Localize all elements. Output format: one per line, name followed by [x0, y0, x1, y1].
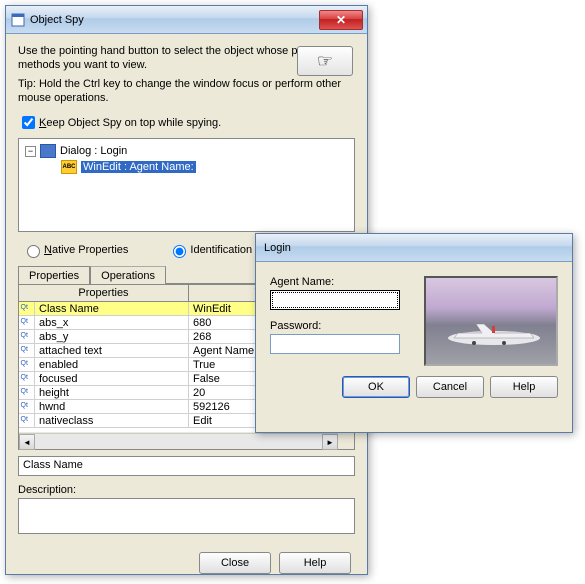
prop-name: focused — [35, 372, 189, 385]
ok-button[interactable]: OK — [342, 376, 410, 398]
login-help-button[interactable]: Help — [490, 376, 558, 398]
keep-on-top-checkbox[interactable] — [22, 116, 35, 129]
login-title: Login — [260, 242, 568, 254]
close-icon[interactable]: ✕ — [319, 10, 363, 30]
scroll-right-icon[interactable]: ► — [322, 434, 338, 450]
prop-name: nativeclass — [35, 414, 189, 427]
close-button[interactable]: Close — [199, 552, 271, 574]
object-tree[interactable]: − Dialog : Login ABC WinEdit : Agent Nam… — [18, 138, 355, 232]
prop-name: abs_x — [35, 316, 189, 329]
prop-name: Class Name — [35, 302, 189, 315]
tree-child-label: WinEdit : Agent Name: — [81, 161, 196, 173]
help-button[interactable]: Help — [279, 552, 351, 574]
pointing-hand-button[interactable]: ☞ — [297, 46, 353, 76]
prop-name: hwnd — [35, 400, 189, 413]
property-icon: Qt — [19, 344, 35, 357]
prop-name: height — [35, 386, 189, 399]
selected-property-box: Class Name — [18, 456, 355, 476]
tree-root-label: Dialog : Login — [60, 145, 127, 157]
property-icon: Qt — [19, 386, 35, 399]
native-label: Native Properties — [44, 244, 128, 256]
col-properties[interactable]: Properties — [19, 285, 189, 301]
login-window: Login Agent Name: Password: OK Cancel He… — [255, 233, 573, 433]
native-properties-radio[interactable]: Native Properties — [22, 242, 128, 258]
winedit-icon: ABC — [61, 160, 77, 174]
property-icon: Qt — [19, 316, 35, 329]
dialog-icon — [40, 144, 56, 158]
tree-root-row[interactable]: − Dialog : Login — [23, 143, 350, 159]
spy-title: Object Spy — [30, 14, 319, 26]
property-icon: Qt — [19, 302, 35, 315]
property-icon: Qt — [19, 330, 35, 343]
agent-name-field[interactable] — [270, 290, 400, 310]
ident-label: Identification — [190, 244, 252, 256]
property-icon: Qt — [19, 358, 35, 371]
login-titlebar[interactable]: Login — [256, 234, 572, 262]
property-icon: Qt — [19, 372, 35, 385]
tree-child-row[interactable]: ABC WinEdit : Agent Name: — [23, 159, 350, 175]
spy-titlebar[interactable]: Object Spy ✕ — [6, 6, 367, 34]
keep-on-top-label: Keep Object Spy on top while spying. — [39, 117, 221, 129]
agent-name-label: Agent Name: — [270, 276, 424, 288]
cancel-button[interactable]: Cancel — [416, 376, 484, 398]
prop-name: attached text — [35, 344, 189, 357]
tab-properties[interactable]: Properties — [18, 266, 90, 284]
property-icon: Qt — [19, 400, 35, 413]
password-field[interactable] — [270, 334, 400, 354]
prop-name: abs_y — [35, 330, 189, 343]
identification-radio[interactable]: Identification — [168, 242, 252, 258]
login-image — [424, 276, 558, 366]
description-label: Description: — [18, 484, 355, 496]
password-label: Password: — [270, 320, 424, 332]
collapse-icon[interactable]: − — [25, 146, 36, 157]
app-icon — [10, 12, 26, 28]
prop-name: enabled — [35, 358, 189, 371]
instruction-2: Tip: Hold the Ctrl key to change the win… — [18, 77, 355, 106]
scroll-left-icon[interactable]: ◄ — [19, 434, 35, 450]
description-box — [18, 498, 355, 534]
horizontal-scrollbar[interactable]: ◄ ► — [19, 433, 338, 449]
tab-operations[interactable]: Operations — [90, 266, 166, 284]
property-icon: Qt — [19, 414, 35, 427]
